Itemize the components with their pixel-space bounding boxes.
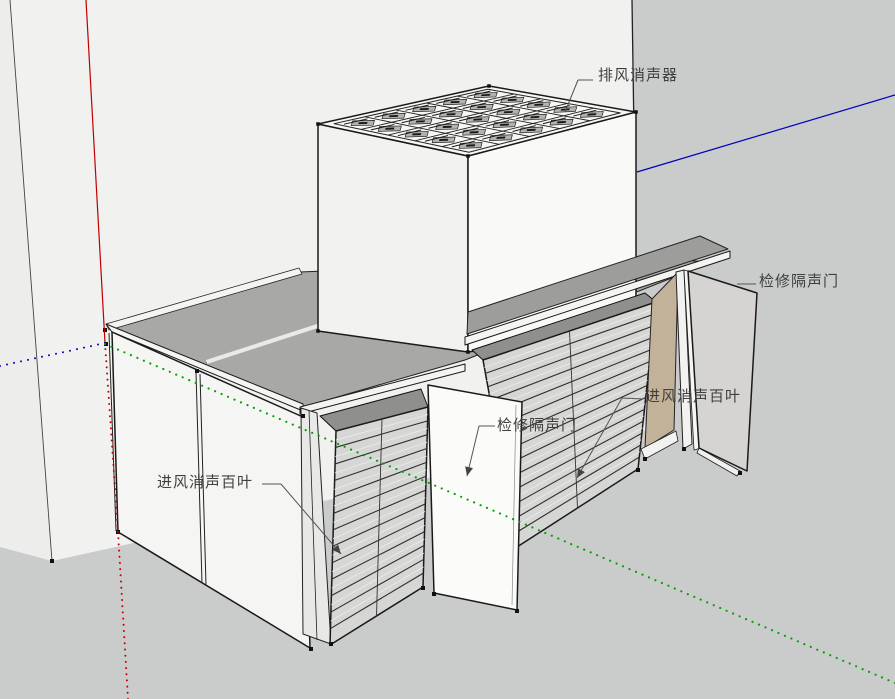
model-scene	[0, 0, 895, 699]
access-door-right-panel	[684, 270, 757, 476]
label-exhaust-silencer: 排风消声器	[598, 64, 678, 85]
label-intake-louver-right: 进风消声百叶	[645, 385, 741, 406]
sketchup-viewport[interactable]: 排风消声器 检修隔声门 进风消声百叶 检修隔声门 进风消声百叶	[0, 0, 895, 699]
exhaust-box-left-face	[318, 124, 468, 352]
label-access-door-right: 检修隔声门	[759, 270, 839, 291]
label-access-door-front: 检修隔声门	[497, 414, 577, 435]
label-intake-louver-front: 进风消声百叶	[157, 471, 253, 492]
